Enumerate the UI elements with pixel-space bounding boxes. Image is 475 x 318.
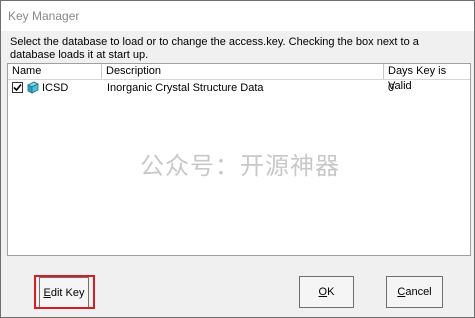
checkmark-icon bbox=[13, 83, 22, 92]
instructions-text: Select the database to load or to change… bbox=[10, 36, 419, 61]
column-header-days-valid[interactable]: Days Key is Valid bbox=[384, 64, 470, 92]
key-manager-dialog: Key Manager Select the database to load … bbox=[0, 0, 475, 318]
watermark-text: 公众号：开源神器 bbox=[140, 152, 340, 180]
ok-mnemonic: O bbox=[318, 286, 328, 298]
load-at-startup-checkbox[interactable] bbox=[12, 82, 23, 93]
list-row-icsd[interactable]: ICSD Inorganic Crystal Structure Data 0 bbox=[8, 80, 470, 97]
database-list[interactable]: Name Description Days Key is Valid ICSD … bbox=[7, 63, 471, 256]
days-key-valid: 0 bbox=[388, 82, 395, 94]
edit-key-highlight-box bbox=[34, 275, 95, 309]
database-name: ICSD bbox=[42, 82, 69, 94]
cancel-label: ancel bbox=[405, 286, 432, 298]
column-header-name[interactable]: Name bbox=[8, 64, 102, 79]
list-header: Name Description Days Key is Valid bbox=[8, 64, 470, 92]
database-book-icon bbox=[27, 81, 39, 94]
title-bar[interactable]: Key Manager bbox=[1, 1, 474, 31]
ok-button[interactable]: OK bbox=[299, 276, 354, 308]
window-title: Key Manager bbox=[8, 9, 80, 23]
column-header-description[interactable]: Description bbox=[102, 64, 384, 79]
database-description: Inorganic Crystal Structure Data bbox=[107, 82, 264, 94]
ok-label: K bbox=[327, 286, 335, 298]
cancel-button[interactable]: Cancel bbox=[386, 276, 443, 308]
